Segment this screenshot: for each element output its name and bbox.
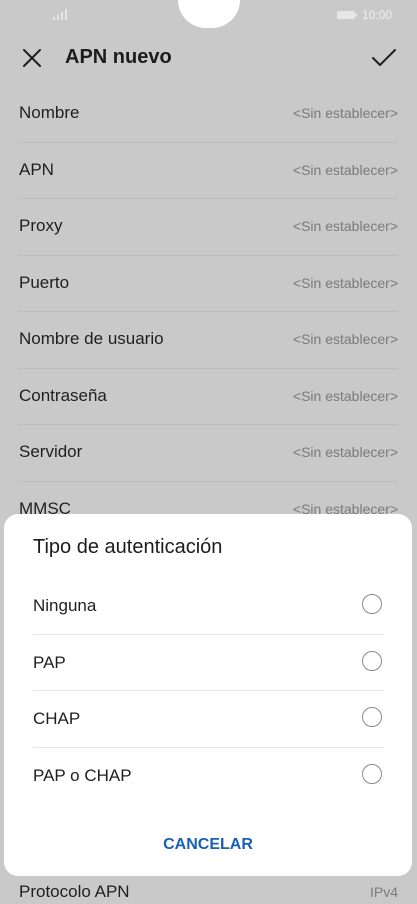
cancel-button[interactable]: CANCELAR [148, 832, 268, 858]
setting-value: <Sin establecer> [292, 161, 398, 178]
setting-label: Nombre [19, 103, 80, 122]
signal-bars-icon [53, 9, 67, 20]
battery-icon [337, 11, 357, 19]
radio-button[interactable] [362, 763, 382, 784]
setting-label: APN [19, 159, 54, 179]
setting-value: IPv4 [369, 884, 398, 900]
option-ninguna[interactable]: Ninguna [33, 578, 384, 635]
option-chap[interactable]: CHAP [33, 691, 384, 748]
option-label: Ninguna [33, 596, 97, 615]
setting-label: Proxy [19, 216, 63, 235]
camera-notch [178, 0, 240, 28]
setting-row-servidor[interactable]: Servidor <Sin establecer> [19, 425, 398, 482]
setting-label: Contraseña [19, 385, 107, 405]
setting-value: <Sin establecer> [292, 274, 398, 291]
setting-row-contrasena[interactable]: Contraseña <Sin establecer> [19, 369, 398, 425]
option-label: CHAP [33, 709, 81, 728]
option-label: PAP [33, 652, 66, 672]
option-pap[interactable]: PAP [33, 635, 384, 691]
status-bar: 10:00 [0, 0, 417, 30]
setting-row-puerto[interactable]: Puerto <Sin establecer> [19, 256, 398, 312]
setting-label: Puerto [19, 272, 70, 292]
radio-button[interactable] [362, 707, 382, 727]
dialog-title: Tipo de autenticación [33, 536, 223, 558]
setting-row-proxy[interactable]: Proxy <Sin establecer> [19, 199, 398, 256]
auth-options-list: Ninguna PAP CHAP PAP o CHAP [4, 578, 412, 803]
option-label: PAP o CHAP [33, 765, 132, 785]
setting-value: <Sin establecer> [292, 105, 398, 121]
setting-row-nombre[interactable]: Nombre <Sin establecer> [19, 86, 398, 143]
apn-settings-list: Nombre <Sin establecer> APN <Sin estable… [0, 86, 417, 538]
radio-button[interactable] [362, 650, 382, 671]
setting-value: <Sin establecer> [292, 331, 398, 347]
auth-type-dialog: Tipo de autenticación Ninguna PAP CHAP P… [4, 514, 412, 876]
setting-label: Servidor [19, 442, 83, 461]
setting-label: Nombre de usuario [19, 329, 164, 348]
option-pap-o-chap[interactable]: PAP o CHAP [33, 748, 384, 804]
radio-button[interactable] [362, 594, 382, 614]
setting-row-protocolo-apn[interactable]: Protocolo APN IPv4 [0, 876, 417, 904]
status-time: 10:00 [362, 8, 393, 22]
setting-value: <Sin establecer> [292, 218, 398, 234]
setting-row-nombre-de-usuario[interactable]: Nombre de usuario <Sin establecer> [19, 312, 398, 369]
page-title: APN nuevo [65, 46, 172, 68]
close-icon[interactable] [20, 46, 44, 70]
setting-label: Protocolo APN [19, 882, 130, 901]
check-icon[interactable] [371, 46, 397, 70]
setting-value: <Sin establecer> [292, 387, 398, 404]
setting-row-apn[interactable]: APN <Sin establecer> [19, 143, 398, 199]
app-bar: APN nuevo [0, 30, 417, 86]
setting-value: <Sin establecer> [292, 444, 398, 460]
